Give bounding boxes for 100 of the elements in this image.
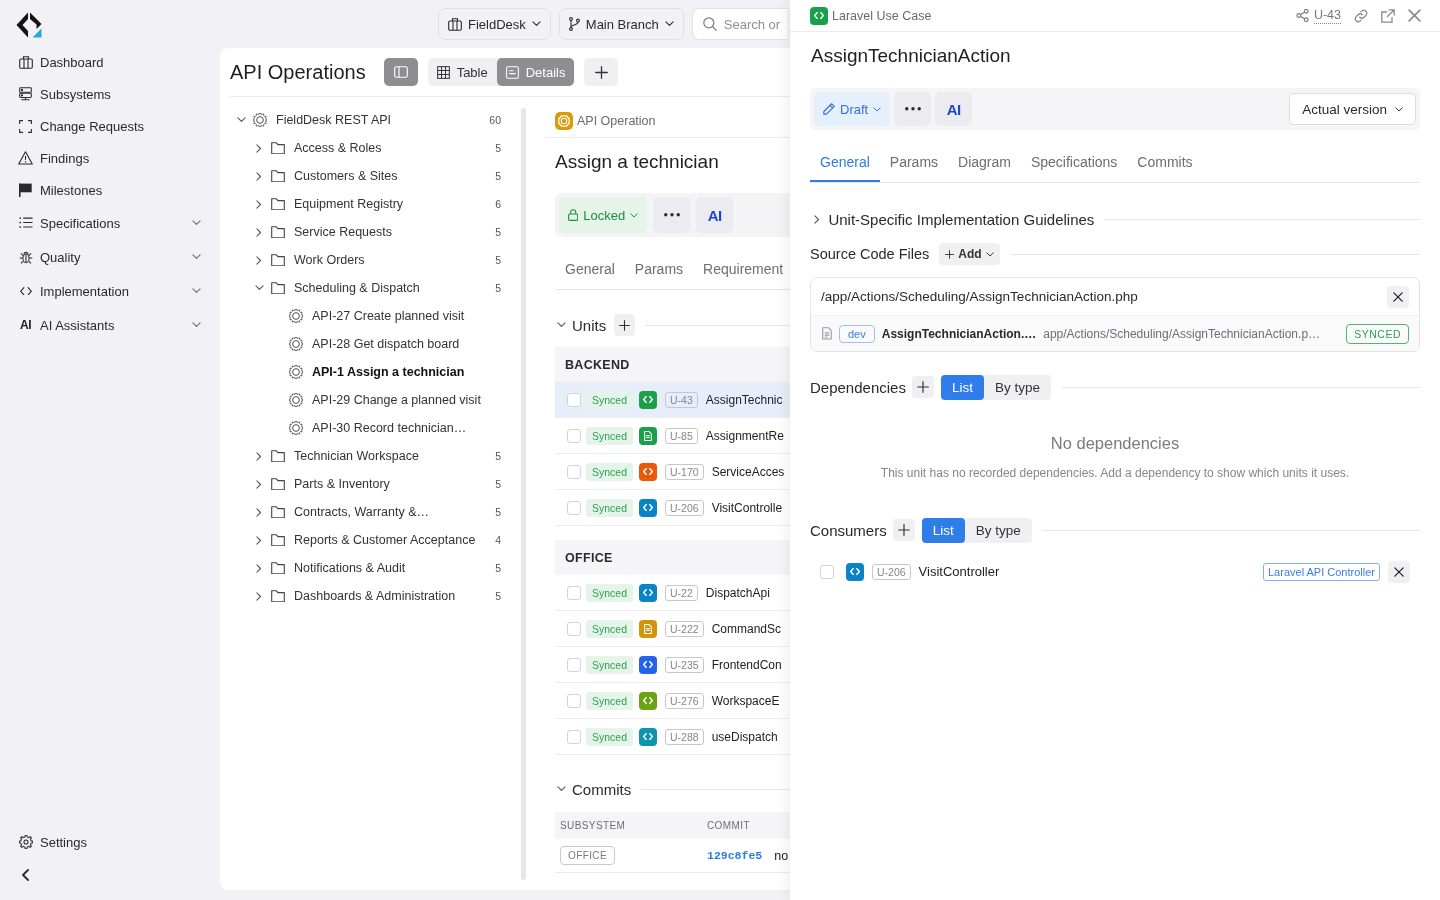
status-dropdown[interactable]: Draft (814, 92, 891, 126)
checkbox[interactable] (567, 657, 581, 672)
checkbox[interactable] (567, 428, 581, 443)
tab[interactable]: Params (624, 249, 694, 289)
checkbox[interactable] (820, 564, 834, 579)
remove-button[interactable] (1388, 560, 1410, 583)
ai-button[interactable]: AI (696, 197, 734, 233)
view-tab[interactable]: By type (964, 517, 1032, 543)
copy-link-button[interactable] (1354, 8, 1368, 23)
checkbox[interactable] (567, 729, 581, 744)
folder-icon (271, 561, 285, 575)
more-button[interactable] (894, 92, 932, 126)
workspace-selector[interactable]: FieldDesk (438, 8, 551, 40)
section-toggle[interactable]: Unit-Specific Implementation Guidelines (810, 210, 1095, 228)
tab[interactable]: Commits (1127, 142, 1203, 182)
unit-row[interactable]: Synced U-222 CommandSc (555, 611, 790, 647)
tree-item[interactable]: Access & Roles 5 (230, 134, 515, 162)
add-dropdown[interactable]: Add (939, 243, 1000, 265)
view-tab[interactable]: By type (983, 374, 1051, 400)
tab[interactable]: Specifications (1020, 142, 1128, 182)
nav-item[interactable]: Findings (8, 142, 208, 174)
scrollbar[interactable] (521, 108, 526, 880)
checkbox[interactable] (567, 585, 581, 600)
unit-row[interactable]: Synced U-276 WorkspaceE (555, 683, 790, 719)
commit-message: no (774, 848, 789, 863)
item-type-label: Laravel Use Case (832, 8, 932, 23)
tab[interactable]: Requirement (693, 249, 794, 289)
unit-row[interactable]: Synced U-22 DispatchApi (555, 575, 790, 611)
tree-item[interactable]: API-29 Change a planned visit (230, 386, 515, 414)
view-tab[interactable]: List (940, 374, 984, 400)
chevron-down-icon (985, 251, 994, 257)
unit-row[interactable]: Synced U-235 FrontendCon (555, 647, 790, 683)
item-id-link[interactable]: U-43 (1295, 7, 1341, 24)
tree-item[interactable]: API-1 Assign a technician (230, 358, 515, 386)
checkbox[interactable] (567, 464, 581, 479)
tree-item[interactable]: Scheduling & Dispatch 5 (230, 274, 515, 302)
more-icon (904, 107, 921, 111)
section-title: Units (572, 316, 607, 334)
tab[interactable]: General (810, 142, 880, 182)
checkbox[interactable] (567, 500, 581, 515)
folder-icon (271, 533, 285, 547)
plus-icon (897, 524, 910, 536)
close-button[interactable] (1408, 9, 1421, 22)
tree-item[interactable]: Service Requests 5 (230, 218, 515, 246)
plus-icon (619, 319, 631, 331)
id-badge: U-43 (665, 391, 698, 408)
tree-item[interactable]: Customers & Sites 5 (230, 162, 515, 190)
nav-item[interactable]: Change Requests (8, 110, 208, 142)
tree-item[interactable]: Reports & Customer Acceptance 4 (230, 526, 515, 554)
sync-badge: SYNCED (1346, 323, 1409, 344)
checkbox[interactable] (567, 693, 581, 708)
tree-item[interactable]: Dashboards & Administration 5 (230, 582, 515, 610)
view-tab[interactable]: Table (427, 58, 497, 86)
tree-item[interactable]: Parts & Inventory 5 (230, 470, 515, 498)
view-tab[interactable]: List (921, 517, 965, 543)
nav-item[interactable]: AI AI Assistants (8, 308, 208, 342)
tab[interactable]: Params (879, 142, 949, 182)
status-badge: Synced (586, 619, 634, 638)
unit-row[interactable]: Synced U-170 ServiceAcces (555, 454, 790, 490)
tree-item[interactable]: API-27 Create planned visit (230, 302, 515, 330)
unit-row[interactable]: Synced U-85 AssignmentRe (555, 418, 790, 454)
more-button[interactable] (653, 197, 691, 233)
nav-item[interactable]: Milestones (8, 174, 208, 206)
unit-row[interactable]: Synced U-43 AssignTechnic (555, 382, 790, 418)
add-button[interactable] (584, 58, 619, 86)
version-dropdown[interactable]: Actual version (1289, 93, 1416, 125)
tree-item[interactable]: Notifications & Audit 5 (230, 554, 515, 582)
ai-button[interactable]: AI (935, 92, 973, 126)
checkbox[interactable] (567, 392, 581, 407)
nav-item[interactable]: Quality (8, 240, 208, 274)
add-button[interactable] (614, 314, 636, 336)
commit-hash-link[interactable]: 129c8fe5 (707, 849, 763, 862)
unit-name: ServiceAcces (711, 464, 785, 479)
tree-item[interactable]: Equipment Registry 6 (230, 190, 515, 218)
search-field[interactable]: Search or (691, 8, 787, 40)
unit-row[interactable]: Synced U-288 useDispatch (555, 719, 790, 755)
remove-button[interactable] (1387, 285, 1409, 308)
tree-item[interactable]: API-30 Record technician… (230, 414, 515, 442)
briefcase-icon (448, 17, 462, 31)
nav-item[interactable]: Settings (8, 826, 208, 858)
open-external-button[interactable] (1381, 8, 1395, 23)
tree-item[interactable]: Work Orders 5 (230, 246, 515, 274)
tree-item[interactable]: Technician Workspace 5 (230, 442, 515, 470)
nav-item[interactable]: Dashboard (8, 46, 208, 78)
branch-selector[interactable]: Main Branch (558, 8, 684, 40)
tab[interactable]: Diagram (948, 142, 1021, 182)
item-title: AssignTechnicianAction (811, 44, 1012, 68)
tree-item[interactable]: Contracts, Warranty &… 5 (230, 498, 515, 526)
document-icon (822, 327, 832, 340)
tab[interactable]: General (555, 249, 625, 289)
nav-item[interactable]: Subsystems (8, 78, 208, 110)
checkbox[interactable] (567, 621, 581, 636)
nav-item[interactable]: Specifications (8, 206, 208, 240)
status-dropdown[interactable]: Locked (559, 197, 648, 233)
panel-toggle-button[interactable] (383, 58, 418, 86)
unit-row[interactable]: Synced U-206 VisitControlle (555, 490, 790, 526)
tree-item[interactable]: API-28 Get dispatch board (230, 330, 515, 358)
folder-icon (271, 141, 285, 155)
nav-item[interactable]: Implementation (8, 274, 208, 308)
tree-item[interactable]: FieldDesk REST API 60 (230, 106, 515, 134)
